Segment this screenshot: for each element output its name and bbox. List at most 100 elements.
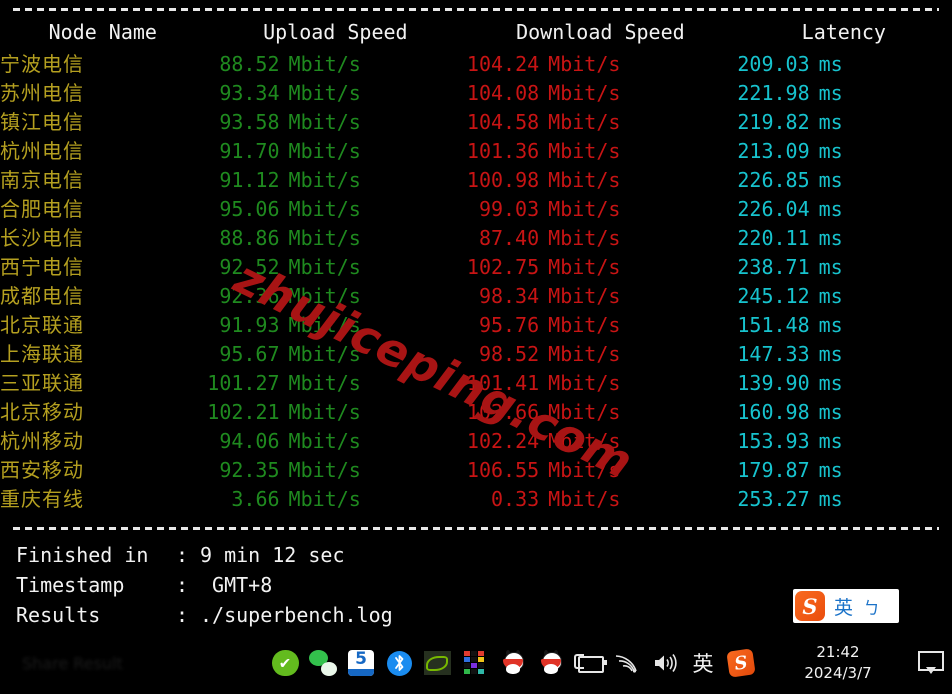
summary-label-2: Results	[16, 603, 101, 627]
clock-time: 21:42	[816, 643, 860, 661]
cell-latency-1: 221.98 ms	[737, 81, 843, 105]
nvidia-icon[interactable]	[422, 648, 452, 678]
summary-colon-2: :	[176, 603, 189, 627]
table-row: 三亚联通 101.27 Mbit/s 101.41 Mbit/s 139.90 ms	[0, 369, 952, 398]
taskbar-left-region[interactable]: Share Result	[0, 632, 270, 694]
table-row: 西宁电信 92.52 Mbit/s 102.75 Mbit/s 238.71 ms	[0, 253, 952, 282]
screen: Node Name Upload Speed Download Speed La…	[0, 0, 952, 694]
table-row: 苏州电信 93.34 Mbit/s 104.08 Mbit/s 221.98 ms	[0, 79, 952, 108]
separator-top	[13, 8, 939, 11]
qq-icon-1[interactable]	[498, 648, 528, 678]
table-row: 上海联通 95.67 Mbit/s 98.52 Mbit/s 147.33 ms	[0, 340, 952, 369]
table-header-row: Node Name Upload Speed Download Speed La…	[0, 18, 952, 50]
taskbar-clock[interactable]: 21:42 2024/3/7	[794, 642, 882, 684]
cell-download-5: 99.03 Mbit/s	[478, 197, 621, 221]
cell-download-14: 106.55 Mbit/s	[466, 458, 621, 482]
cell-download-6: 87.40 Mbit/s	[478, 226, 621, 250]
cell-latency-10: 147.33 ms	[737, 342, 843, 366]
cell-upload-0: 88.52 Mbit/s	[219, 52, 361, 76]
cell-download-7: 102.75 Mbit/s	[466, 255, 621, 279]
table-row: 宁波电信 88.52 Mbit/s 104.24 Mbit/s 209.03 ms	[0, 50, 952, 79]
driver-booster-5-icon[interactable]: 5	[346, 648, 376, 678]
terminal-window[interactable]: Node Name Upload Speed Download Speed La…	[0, 0, 952, 632]
table-row: 重庆有线 3.66 Mbit/s 0.33 Mbit/s 253.27 ms	[0, 485, 952, 514]
sogou-icon[interactable]: S	[726, 648, 756, 678]
ime-english-icon[interactable]: 英	[688, 648, 718, 678]
cell-latency-12: 160.98 ms	[737, 400, 843, 424]
clock-date: 2024/3/7	[804, 664, 872, 682]
cell-upload-8: 92.36 Mbit/s	[219, 284, 361, 308]
table-row: 北京联通 91.93 Mbit/s 95.76 Mbit/s 151.48 ms	[0, 311, 952, 340]
summary-value-2: ./superbench.log	[200, 603, 393, 627]
cell-upload-10: 95.67 Mbit/s	[219, 342, 361, 366]
qq-icon-2[interactable]	[536, 648, 566, 678]
cell-node-name-10: 上海联通	[0, 342, 84, 366]
cell-node-name-5: 合肥电信	[0, 197, 84, 221]
system-tray[interactable]: ✔ 5 英 S	[270, 632, 756, 694]
security-check-icon[interactable]: ✔	[270, 648, 300, 678]
cell-node-name-4: 南京电信	[0, 168, 84, 192]
cell-latency-2: 219.82 ms	[737, 110, 843, 134]
taskbar-ghost-label: Share Result	[22, 654, 123, 673]
cell-upload-13: 94.06 Mbit/s	[219, 429, 361, 453]
cell-upload-11: 101.27 Mbit/s	[207, 371, 361, 395]
cell-latency-13: 153.93 ms	[737, 429, 843, 453]
separator-middle	[13, 527, 939, 530]
cell-latency-11: 139.90 ms	[737, 371, 843, 395]
cell-node-name-12: 北京移动	[0, 400, 84, 424]
cell-download-8: 98.34 Mbit/s	[478, 284, 621, 308]
cell-download-2: 104.58 Mbit/s	[466, 110, 621, 134]
sogou-ime-floating-bar[interactable]: S 英 ㄅ	[793, 589, 899, 623]
summary-colon-1: :	[176, 573, 189, 597]
cell-download-4: 100.98 Mbit/s	[466, 168, 621, 192]
table-row: 南京电信 91.12 Mbit/s 100.98 Mbit/s 226.85 ms	[0, 166, 952, 195]
benchmark-table-body: 宁波电信 88.52 Mbit/s 104.24 Mbit/s 209.03 ms 苏州电信 9…	[0, 50, 952, 514]
cell-node-name-15: 重庆有线	[0, 487, 84, 511]
cell-node-name-11: 三亚联通	[0, 371, 84, 395]
cell-node-name-8: 成都电信	[0, 284, 84, 308]
cell-upload-12: 102.21 Mbit/s	[207, 400, 361, 424]
table-row: 长沙电信 88.86 Mbit/s 87.40 Mbit/s 220.11 ms	[0, 224, 952, 253]
cell-upload-15: 3.66 Mbit/s	[231, 487, 361, 511]
cell-download-15: 0.33 Mbit/s	[490, 487, 621, 511]
ime-mode-label[interactable]: 英	[834, 593, 853, 620]
summary-line: Timestamp: GMT+8	[16, 570, 393, 600]
ime-keyboard-icon[interactable]: ㄅ	[863, 594, 880, 619]
battery-charging-icon[interactable]	[574, 648, 607, 678]
cell-download-10: 98.52 Mbit/s	[478, 342, 621, 366]
cell-latency-9: 151.48 ms	[737, 313, 843, 337]
cell-latency-6: 220.11 ms	[737, 226, 843, 250]
windows-taskbar[interactable]: Share Result ✔ 5 英 S 21:42 2024/3/7	[0, 632, 952, 694]
cell-upload-4: 91.12 Mbit/s	[219, 168, 361, 192]
column-header-upload-speed: Upload Speed	[263, 20, 408, 44]
bluetooth-icon[interactable]	[384, 648, 414, 678]
cell-upload-6: 88.86 Mbit/s	[219, 226, 361, 250]
cell-latency-7: 238.71 ms	[737, 255, 843, 279]
wifi-icon[interactable]	[612, 648, 642, 678]
column-header-node-name: Node Name	[48, 20, 157, 44]
cell-download-13: 102.24 Mbit/s	[466, 429, 621, 453]
cell-upload-3: 91.70 Mbit/s	[219, 139, 361, 163]
table-row: 镇江电信 93.58 Mbit/s 104.58 Mbit/s 219.82 ms	[0, 108, 952, 137]
cell-upload-9: 91.93 Mbit/s	[219, 313, 361, 337]
cell-download-0: 104.24 Mbit/s	[466, 52, 621, 76]
sogou-logo-icon[interactable]: S	[795, 591, 825, 621]
summary-block: Finished in:9 min 12 sec Timestamp: GMT+8…	[16, 540, 393, 630]
cell-upload-1: 93.34 Mbit/s	[219, 81, 361, 105]
column-header-download-speed: Download Speed	[516, 20, 685, 44]
cell-node-name-0: 宁波电信	[0, 52, 84, 76]
cell-node-name-9: 北京联通	[0, 313, 84, 337]
table-row: 西安移动 92.35 Mbit/s 106.55 Mbit/s 179.87 ms	[0, 456, 952, 485]
cell-upload-14: 92.35 Mbit/s	[219, 458, 361, 482]
table-row: 杭州电信 91.70 Mbit/s 101.36 Mbit/s 213.09 ms	[0, 137, 952, 166]
cell-node-name-1: 苏州电信	[0, 81, 84, 105]
summary-label-0: Finished in	[16, 543, 149, 567]
color-grid-icon[interactable]	[460, 648, 490, 678]
table-row: 成都电信 92.36 Mbit/s 98.34 Mbit/s 245.12 ms	[0, 282, 952, 311]
volume-icon[interactable]	[650, 648, 680, 678]
cell-download-3: 101.36 Mbit/s	[466, 139, 621, 163]
cell-latency-15: 253.27 ms	[737, 487, 843, 511]
notification-center-icon[interactable]	[918, 651, 944, 675]
wechat-icon[interactable]	[308, 648, 338, 678]
cell-latency-5: 226.04 ms	[737, 197, 843, 221]
